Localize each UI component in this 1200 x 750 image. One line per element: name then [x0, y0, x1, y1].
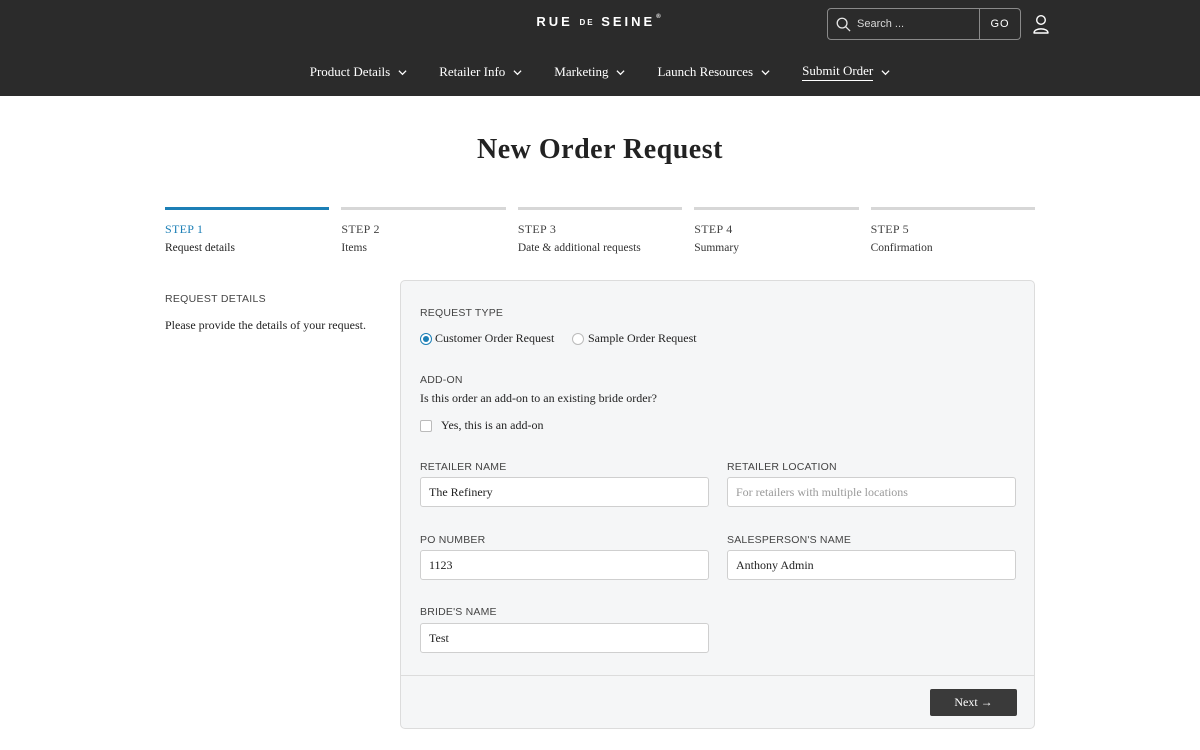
next-button[interactable]: Next → [930, 689, 1017, 716]
salesperson-name-input[interactable] [727, 550, 1016, 580]
step-progress: STEP 1 Request details STEP 2 Items STEP… [165, 207, 1036, 254]
radio-sample-order[interactable] [572, 333, 584, 345]
radio-customer-order[interactable] [420, 333, 432, 345]
radio-sample-order-label[interactable]: Sample Order Request [588, 331, 697, 346]
nav-label: Submit Order [802, 63, 874, 81]
search-input[interactable] [857, 18, 967, 30]
addon-checkbox-label[interactable]: Yes, this is an add-on [441, 418, 543, 433]
step-1[interactable]: STEP 1 Request details [165, 207, 330, 254]
logo-word-seine: SEINE [601, 14, 656, 29]
logo-word-rue: RUE [536, 14, 573, 29]
chevron-down-icon [616, 69, 625, 75]
step-description: Items [341, 242, 367, 254]
section-intro: REQUEST DETAILS Please provide the detai… [165, 293, 385, 333]
salesperson-name-label: SALESPERSON'S NAME [727, 534, 852, 546]
search-field [828, 9, 980, 39]
section-heading: REQUEST DETAILS [165, 293, 266, 305]
step-description: Confirmation [870, 242, 933, 254]
step-bar [517, 207, 683, 210]
step-4[interactable]: STEP 4 Summary [694, 207, 859, 254]
step-description: Date & additional requests [517, 242, 641, 254]
po-number-label: PO NUMBER [420, 534, 486, 546]
nav-label: Product Details [309, 64, 391, 79]
brides-name-input[interactable] [420, 623, 709, 653]
nav-label: Launch Resources [657, 64, 754, 79]
search-box: GO [827, 8, 1021, 40]
chevron-down-icon [398, 69, 407, 75]
nav-retailer-info[interactable]: Retailer Info [439, 63, 522, 81]
nav-launch-resources[interactable]: Launch Resources [657, 63, 770, 81]
nav-label: Retailer Info [439, 64, 506, 79]
page-title: New Order Request [477, 134, 723, 165]
step-number: STEP 1 [165, 222, 204, 236]
step-bar [870, 207, 1036, 210]
step-number: STEP 2 [341, 222, 380, 236]
retailer-name-label: RETAILER NAME [420, 461, 507, 473]
radio-customer-order-label[interactable]: Customer Order Request [435, 331, 554, 346]
step-number: STEP 4 [694, 222, 733, 236]
addon-checkbox[interactable] [420, 420, 432, 432]
user-icon[interactable] [1030, 13, 1052, 35]
step-description: Summary [694, 242, 739, 254]
brides-name-label: BRIDE'S NAME [420, 606, 497, 618]
search-icon [836, 17, 851, 32]
logo-registered-mark: ® [656, 14, 664, 20]
section-description: Please provide the details of your reque… [165, 318, 366, 332]
step-number: STEP 5 [870, 222, 909, 236]
request-type-label: REQUEST TYPE [420, 307, 504, 319]
step-description: Request details [165, 242, 235, 254]
nav-label: Marketing [554, 64, 609, 79]
chevron-down-icon [761, 69, 770, 75]
nav-marketing[interactable]: Marketing [554, 63, 625, 81]
retailer-name-input[interactable] [420, 477, 709, 507]
retailer-location-label: RETAILER LOCATION [727, 461, 837, 473]
step-number: STEP 3 [517, 222, 557, 236]
search-go-button[interactable]: GO [980, 9, 1020, 39]
request-form: REQUEST TYPE Customer Order Request Samp… [400, 280, 1035, 729]
po-number-input[interactable] [420, 550, 709, 580]
addon-question: Is this order an add-on to an existing b… [420, 391, 657, 405]
addon-label: ADD-ON [420, 374, 463, 386]
step-5[interactable]: STEP 5 Confirmation [870, 207, 1036, 254]
step-3[interactable]: STEP 3 Date & additional requests [517, 207, 683, 254]
chevron-down-icon [513, 69, 522, 75]
retailer-location-input[interactable] [727, 477, 1016, 507]
logo-word-de: DE [579, 18, 595, 28]
chevron-down-icon [881, 69, 890, 75]
site-header: RUE DE SEINE® GO Product Details Retaile… [0, 0, 1200, 96]
nav-product-details[interactable]: Product Details [310, 63, 408, 81]
step-bar [341, 207, 506, 210]
step-2[interactable]: STEP 2 Items [341, 207, 506, 254]
main-nav: Product Details Retailer Info Marketing … [0, 63, 1200, 81]
step-bar [165, 207, 330, 210]
nav-submit-order[interactable]: Submit Order [802, 63, 890, 81]
step-bar [694, 207, 859, 210]
